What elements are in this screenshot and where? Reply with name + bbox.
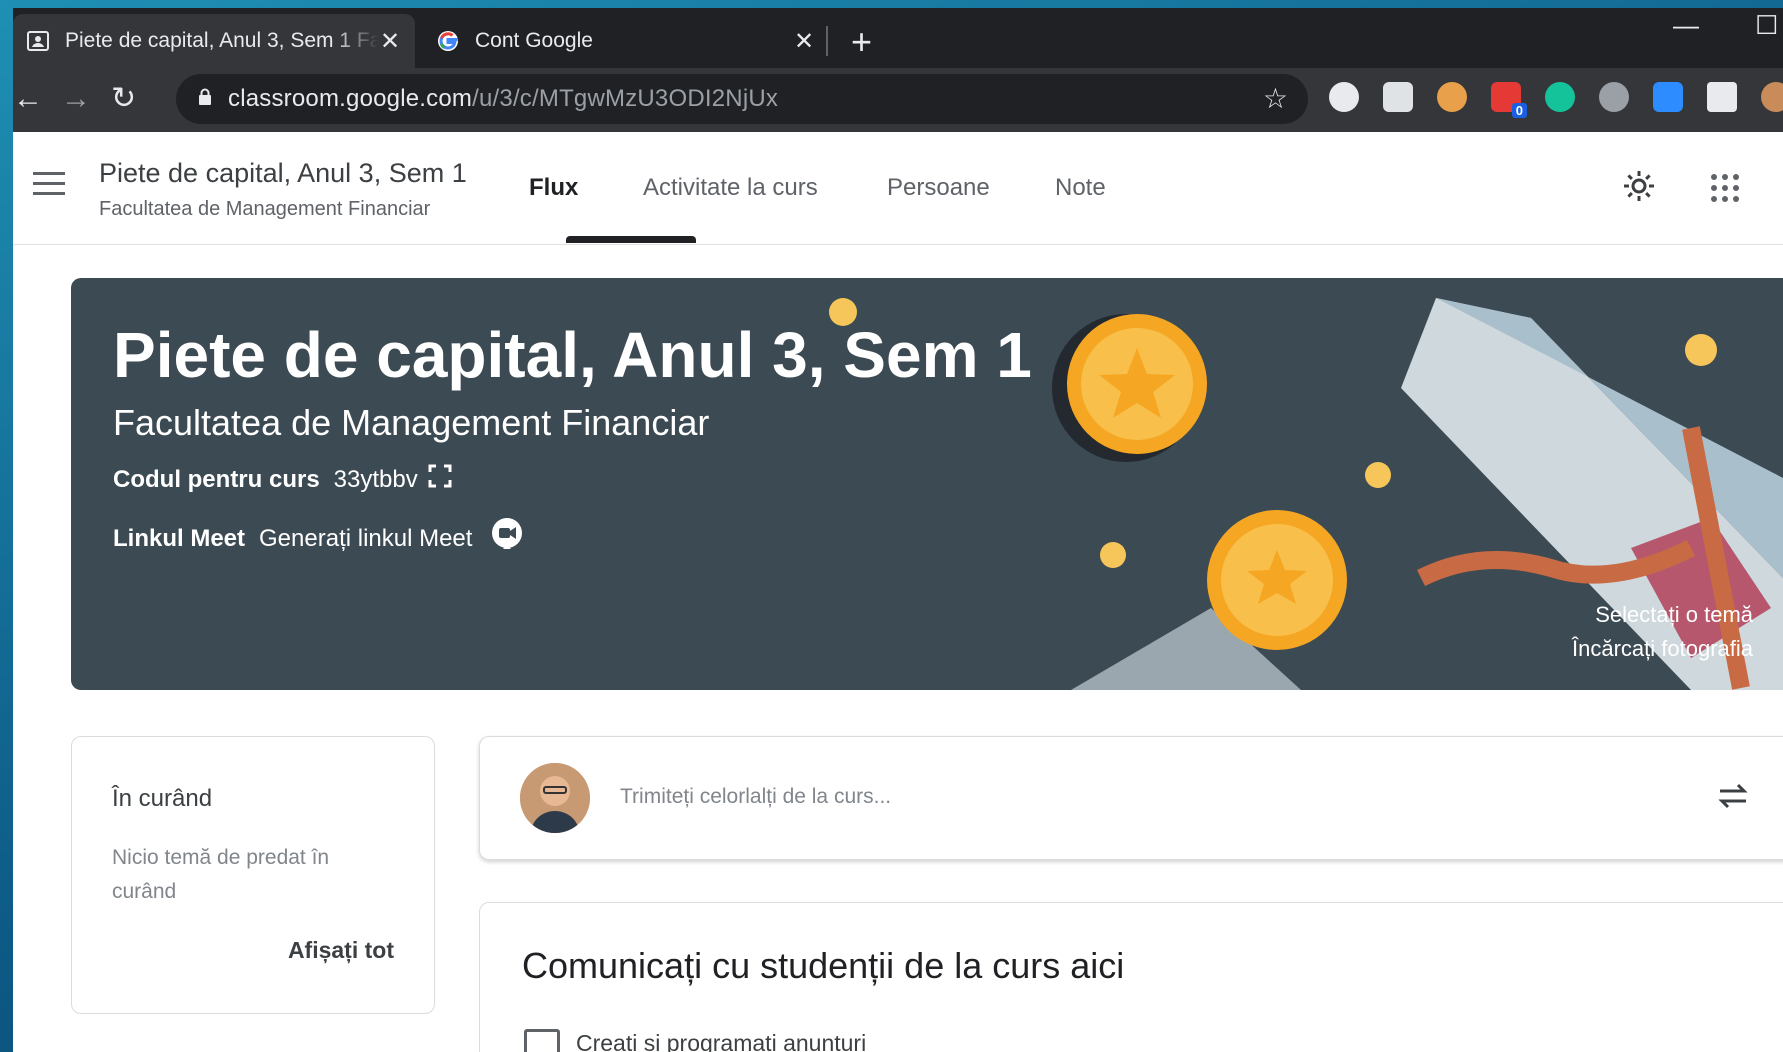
upcoming-title: În curând	[112, 785, 213, 812]
class-title[interactable]: Piete de capital, Anul 3, Sem 1	[99, 158, 467, 189]
zoom-icon[interactable]	[1653, 82, 1683, 112]
classroom-favicon-icon	[27, 30, 49, 52]
upload-photo-link[interactable]: Încărcați fotografia	[1572, 632, 1753, 666]
class-code-value: 33ytbbv	[333, 465, 418, 493]
main-menu-icon[interactable]	[33, 172, 65, 202]
user-avatar	[520, 763, 590, 833]
tab-title: Cont Google	[475, 29, 593, 52]
extension-badge: 0	[1511, 103, 1527, 118]
announcement-composer[interactable]: Trimiteți celorlalți de la curs...	[479, 736, 1783, 860]
tab-title: Piete de capital, Anul 3, Sem 1 Facultat…	[65, 29, 379, 52]
communicate-card: Comunicați cu studenții de la curs aici …	[479, 902, 1783, 1052]
tab-people[interactable]: Persoane	[887, 174, 990, 202]
upcoming-empty-text: Nicio temă de predat în curând	[112, 846, 330, 903]
select-theme-link[interactable]: Selectați o temă	[1572, 598, 1753, 632]
banner-title: Piete de capital, Anul 3, Sem 1	[113, 319, 1032, 391]
tab-classroom[interactable]: Piete de capital, Anul 3, Sem 1 Facultat…	[13, 14, 415, 68]
repost-swap-icon[interactable]	[1716, 779, 1750, 818]
browser-toolbar: ← → ↻ classroom.google.com/u/3/c/MTgwMzU…	[13, 68, 1783, 132]
tab-stream[interactable]: Flux	[529, 174, 578, 202]
classroom-header: Piete de capital, Anul 3, Sem 1 Facultat…	[13, 132, 1783, 245]
active-tab-indicator	[566, 236, 696, 243]
google-apps-icon[interactable]	[1711, 174, 1739, 202]
extension-1-icon[interactable]	[1329, 82, 1359, 112]
class-code-row: Codul pentru curs 33ytbbv	[113, 464, 452, 495]
lock-icon	[198, 88, 212, 111]
new-tab-plus-icon[interactable]: +	[851, 20, 872, 64]
class-banner: Piete de capital, Anul 3, Sem 1 Facultat…	[71, 278, 1783, 690]
extension-6-icon[interactable]	[1599, 82, 1629, 112]
tab-grades[interactable]: Note	[1055, 174, 1106, 202]
upcoming-card: În curând Nicio temă de predat în curând…	[71, 736, 435, 1014]
google-favicon-icon	[437, 30, 459, 52]
url-text: classroom.google.com/u/3/c/MTgwMzU3ODI2N…	[228, 85, 779, 112]
bookmark-star-icon[interactable]: ☆	[1263, 82, 1288, 115]
generate-meet-link[interactable]: Generați linkul Meet	[259, 525, 472, 553]
settings-gear-icon[interactable]	[1621, 168, 1657, 209]
extension-3-icon[interactable]	[1437, 82, 1467, 112]
class-code-label: Codul pentru curs	[113, 465, 320, 493]
reload-icon[interactable]: ↻	[111, 82, 136, 116]
maximize-icon[interactable]: ☐	[1755, 10, 1778, 41]
minimize-icon[interactable]: —	[1673, 10, 1699, 41]
extension-4-icon[interactable]: 0	[1491, 82, 1527, 118]
view-all-link[interactable]: Afișați tot	[288, 937, 394, 964]
tab-classwork[interactable]: Activitate la curs	[643, 174, 818, 202]
meet-link-row: Linkul Meet Generați linkul Meet	[113, 518, 524, 559]
class-section: Facultatea de Management Financiar	[99, 198, 431, 220]
communicate-item-text: Creați și programați anunțuri	[576, 1029, 867, 1052]
tab-google-account[interactable]: Cont Google ✕	[423, 14, 829, 68]
close-tab-icon[interactable]: ✕	[379, 27, 401, 56]
banner-subtitle: Facultatea de Management Financiar	[113, 402, 710, 443]
tab-separator	[826, 26, 828, 56]
extension-2-icon[interactable]	[1383, 82, 1413, 112]
compose-placeholder[interactable]: Trimiteți celorlalți de la curs...	[620, 785, 891, 809]
tab-strip: Piete de capital, Anul 3, Sem 1 Facultat…	[13, 8, 1783, 68]
close-tab-icon[interactable]: ✕	[793, 27, 815, 56]
communicate-item: Creați și programați anunțuri	[524, 1029, 866, 1052]
browser-window: Piete de capital, Anul 3, Sem 1 Facultat…	[13, 8, 1783, 1052]
meet-video-icon[interactable]	[490, 518, 524, 559]
address-bar[interactable]: classroom.google.com/u/3/c/MTgwMzU3ODI2N…	[176, 74, 1308, 124]
forward-arrow-icon[interactable]: →	[61, 82, 91, 116]
announcement-icon	[524, 1029, 560, 1052]
banner-actions: Selectați o temă Încărcați fotografia	[1572, 598, 1753, 666]
grammarly-icon[interactable]	[1545, 82, 1575, 112]
communicate-title: Comunicați cu studenții de la curs aici	[522, 945, 1125, 986]
extensions-puzzle-icon[interactable]	[1707, 82, 1737, 112]
profile-avatar[interactable]	[1761, 82, 1783, 112]
fullscreen-code-icon[interactable]	[428, 464, 452, 495]
meet-link-label: Linkul Meet	[113, 524, 246, 552]
back-arrow-icon[interactable]: ←	[13, 82, 43, 116]
